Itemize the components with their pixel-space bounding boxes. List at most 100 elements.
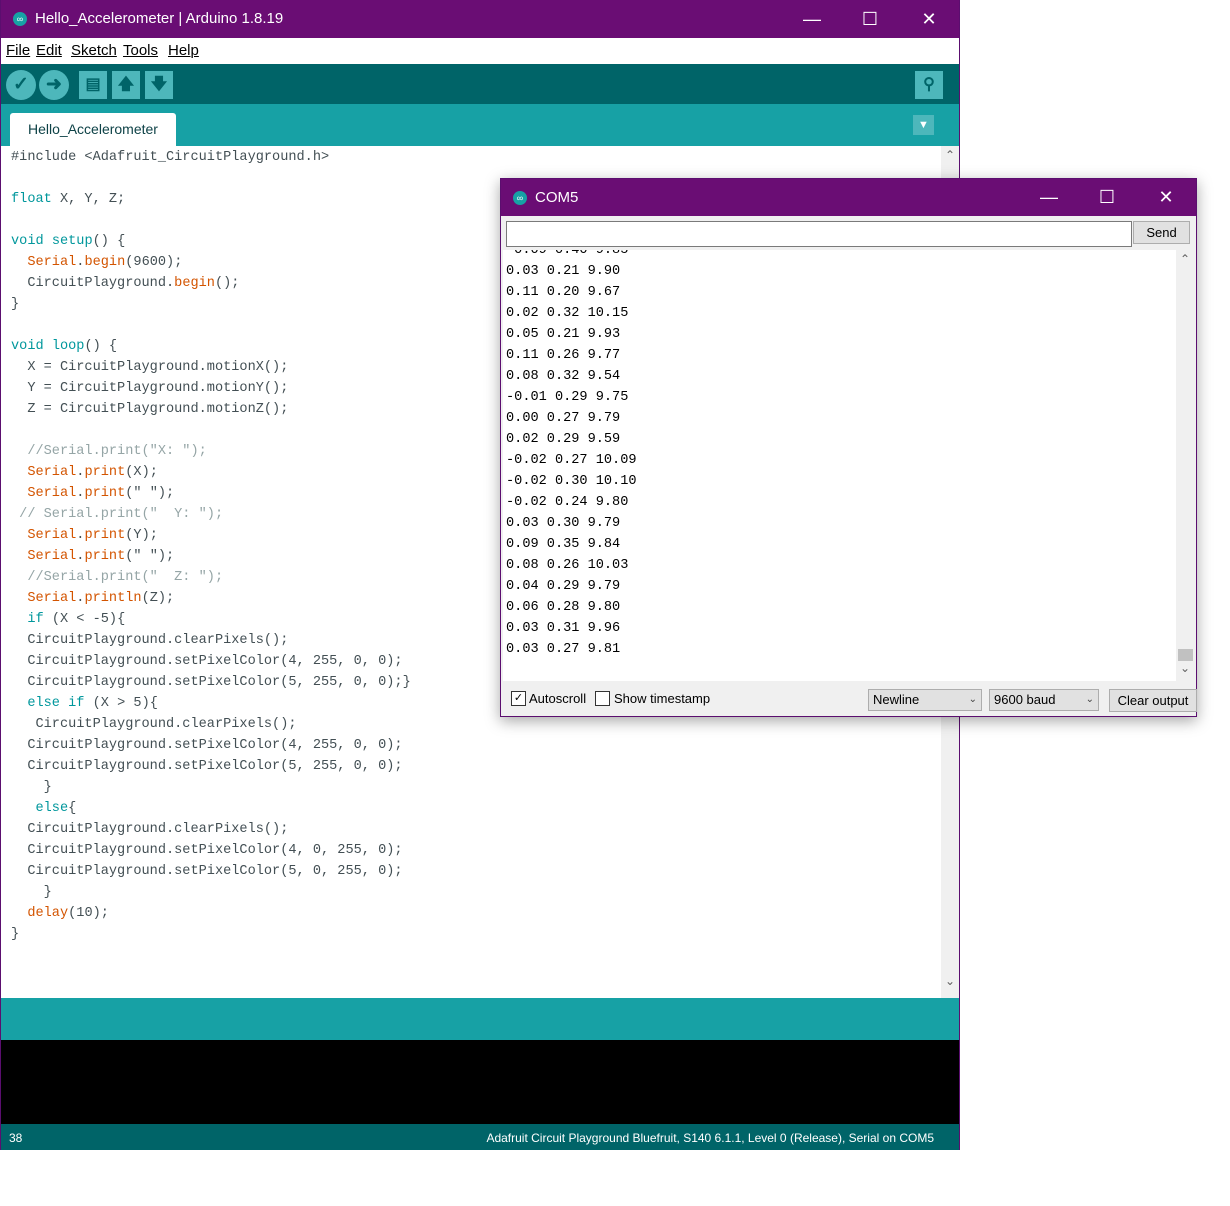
footer-bar: 38 Adafruit Circuit Playground Bluefruit… bbox=[1, 1124, 959, 1150]
code-line[interactable]: CircuitPlayground.setPixelColor(5, 0, 25… bbox=[11, 861, 411, 882]
ide-titlebar[interactable]: ∞ Hello_Accelerometer | Arduino 1.8.19 —… bbox=[1, 0, 959, 38]
serial-output-line: -0.09 0.40 9.85 bbox=[506, 250, 629, 258]
serial-scrollbar[interactable]: ⌃ ⌄ bbox=[1176, 250, 1195, 681]
code-line[interactable]: Serial.print(Y); bbox=[11, 525, 411, 546]
code-token: else bbox=[27, 696, 60, 711]
code-line[interactable]: CircuitPlayground.setPixelColor(4, 255, … bbox=[11, 651, 411, 672]
code-line[interactable]: X = CircuitPlayground.motionX(); bbox=[11, 357, 411, 378]
code-token: //Serial.print(" Z: "); bbox=[11, 570, 224, 585]
arduino-logo-icon: ∞ bbox=[513, 191, 527, 205]
tab-menu-chevron-down-icon[interactable]: ▼ bbox=[913, 115, 934, 135]
maximize-icon[interactable]: ☐ bbox=[841, 0, 899, 38]
scroll-up-icon[interactable]: ⌃ bbox=[1176, 252, 1194, 266]
code-token: Serial bbox=[27, 528, 77, 543]
code-line[interactable] bbox=[11, 420, 411, 441]
line-ending-select[interactable]: Newline ⌄ bbox=[868, 689, 982, 711]
menu-help[interactable]: Help bbox=[168, 42, 199, 59]
code-line[interactable]: } bbox=[11, 882, 411, 903]
serial-output-line: 0.02 0.32 10.15 bbox=[506, 306, 629, 321]
minimize-icon[interactable]: — bbox=[1020, 179, 1078, 216]
menu-edit[interactable]: Edit bbox=[36, 42, 62, 59]
new-sketch-icon[interactable]: ▤ bbox=[79, 71, 107, 99]
serial-monitor-icon[interactable]: ⚲ bbox=[915, 71, 943, 99]
upload-icon[interactable]: ➜ bbox=[39, 70, 69, 100]
minimize-icon[interactable]: — bbox=[783, 0, 841, 38]
scroll-up-icon[interactable]: ⌃ bbox=[941, 148, 959, 162]
code-line[interactable]: else{ bbox=[11, 798, 411, 819]
code-line[interactable]: void setup() { bbox=[11, 231, 411, 252]
code-line[interactable]: } bbox=[11, 777, 411, 798]
save-sketch-icon[interactable]: 🡇 bbox=[145, 71, 173, 99]
code-text[interactable]: #include <Adafruit_CircuitPlayground.h> … bbox=[11, 147, 411, 945]
show-timestamp-checkbox[interactable] bbox=[595, 691, 610, 706]
open-sketch-icon[interactable]: 🡅 bbox=[112, 71, 140, 99]
code-line[interactable] bbox=[11, 210, 411, 231]
scroll-down-icon[interactable]: ⌄ bbox=[1176, 661, 1194, 675]
serial-output-line: 0.03 0.30 9.79 bbox=[506, 516, 621, 531]
menu-file[interactable]: File bbox=[6, 42, 30, 59]
tab-hello-accelerometer[interactable]: Hello_Accelerometer bbox=[10, 113, 176, 146]
code-token: (" "); bbox=[125, 549, 175, 564]
code-line[interactable]: } bbox=[11, 924, 411, 945]
console-output[interactable] bbox=[1, 1040, 959, 1124]
code-line[interactable]: CircuitPlayground.setPixelColor(5, 255, … bbox=[11, 672, 410, 693]
code-line[interactable]: float X, Y, Z; bbox=[11, 189, 411, 210]
serial-output-line: -0.02 0.24 9.80 bbox=[506, 495, 629, 510]
code-line[interactable]: Serial.print(" "); bbox=[11, 546, 411, 567]
code-line[interactable]: CircuitPlayground.setPixelColor(4, 255, … bbox=[11, 735, 411, 756]
code-line[interactable] bbox=[11, 315, 411, 336]
code-token: X, Y, Z; bbox=[51, 192, 126, 207]
ide-window-title: Hello_Accelerometer | Arduino 1.8.19 bbox=[35, 10, 284, 27]
code-line[interactable] bbox=[11, 168, 411, 189]
code-line[interactable]: Y = CircuitPlayground.motionY(); bbox=[11, 378, 411, 399]
code-line[interactable]: CircuitPlayground.setPixelColor(4, 0, 25… bbox=[11, 840, 411, 861]
code-line[interactable]: if (X < -5){ bbox=[11, 609, 411, 630]
code-token: () { bbox=[84, 339, 118, 354]
code-line[interactable]: Serial.print(" "); bbox=[11, 483, 411, 504]
code-line[interactable]: //Serial.print(" Z: "); bbox=[11, 567, 411, 588]
code-line[interactable]: CircuitPlayground.setPixelColor(5, 255, … bbox=[11, 756, 411, 777]
code-token: // Serial.print(" Y: "); bbox=[11, 507, 224, 522]
send-button[interactable]: Send bbox=[1133, 221, 1190, 244]
code-line[interactable]: delay(10); bbox=[11, 903, 411, 924]
code-line[interactable]: // Serial.print(" Y: "); bbox=[11, 504, 411, 525]
baud-rate-value: 9600 baud bbox=[994, 692, 1056, 707]
autoscroll-checkbox[interactable]: ✓ bbox=[511, 691, 526, 706]
code-line[interactable]: else if (X > 5){ bbox=[11, 693, 411, 714]
serial-input-field[interactable] bbox=[506, 221, 1132, 247]
code-token: print bbox=[84, 549, 126, 564]
code-token: Serial bbox=[27, 255, 77, 270]
code-line[interactable]: CircuitPlayground.clearPixels(); bbox=[11, 819, 411, 840]
code-token: X = CircuitPlayground.motionX(); bbox=[11, 360, 289, 375]
close-icon[interactable]: ✕ bbox=[900, 0, 958, 38]
code-line[interactable]: //Serial.print("X: "); bbox=[11, 441, 411, 462]
baud-rate-select[interactable]: 9600 baud ⌄ bbox=[989, 689, 1099, 711]
code-line[interactable]: CircuitPlayground.begin(); bbox=[11, 273, 411, 294]
serial-output[interactable]: -0.09 0.40 9.85 0.03 0.21 9.90 0.11 0.20 9… bbox=[503, 250, 1176, 681]
menu-sketch[interactable]: Sketch bbox=[71, 42, 117, 59]
code-token: println bbox=[84, 591, 142, 606]
menu-tools[interactable]: Tools bbox=[123, 42, 158, 59]
code-line[interactable]: void loop() { bbox=[11, 336, 411, 357]
scrollbar-thumb[interactable] bbox=[1178, 649, 1193, 661]
line-number: 38 bbox=[9, 1131, 23, 1145]
scroll-down-icon[interactable]: ⌄ bbox=[941, 974, 959, 988]
code-line[interactable]: CircuitPlayground.clearPixels(); bbox=[11, 630, 411, 651]
code-token: () { bbox=[92, 234, 126, 249]
code-line[interactable]: Serial.begin(9600); bbox=[11, 252, 411, 273]
code-line[interactable]: CircuitPlayground.clearPixels(); bbox=[11, 714, 411, 735]
close-icon[interactable]: ✕ bbox=[1137, 179, 1195, 216]
code-line[interactable]: Serial.print(X); bbox=[11, 462, 411, 483]
clear-output-button[interactable]: Clear output bbox=[1109, 689, 1197, 712]
maximize-icon[interactable]: ☐ bbox=[1078, 179, 1136, 216]
code-line[interactable]: Z = CircuitPlayground.motionZ(); bbox=[11, 399, 411, 420]
verify-icon[interactable]: ✓ bbox=[6, 70, 36, 100]
code-line[interactable]: #include <Adafruit_CircuitPlayground.h> bbox=[11, 147, 411, 168]
serial-titlebar[interactable]: ∞ COM5 — ☐ ✕ bbox=[501, 179, 1196, 216]
serial-output-line: 0.03 0.21 9.90 bbox=[506, 264, 621, 279]
code-line[interactable]: Serial.println(Z); bbox=[11, 588, 411, 609]
code-line[interactable]: } bbox=[11, 294, 411, 315]
